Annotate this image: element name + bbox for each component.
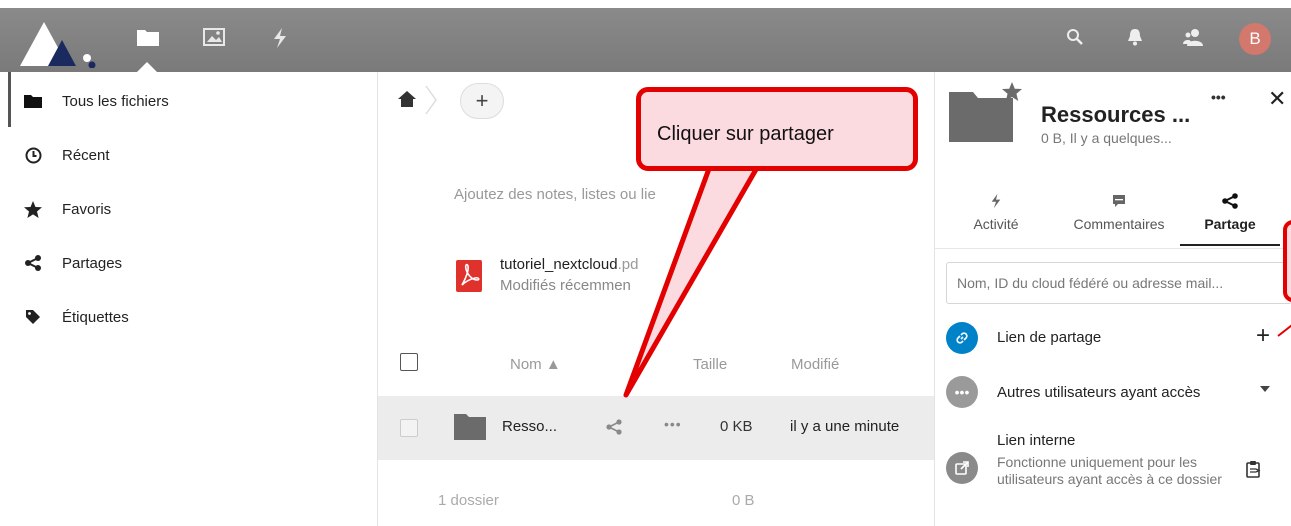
summary-size: 0 B [732, 492, 755, 509]
search-icon[interactable] [1066, 28, 1084, 51]
recent-file-basename: tutoriel_nextcloud [500, 256, 618, 273]
clock-icon [24, 146, 42, 164]
sidebar-more-button[interactable]: ••• [1211, 89, 1226, 105]
nav-tags-label: Étiquettes [62, 308, 129, 326]
others-access-entry[interactable]: ••• Autres utilisateurs ayant accès [946, 376, 1200, 408]
summary-count: 1 dossier [438, 492, 499, 509]
recent-file-ext: .pd [617, 256, 639, 273]
more-icon: ••• [946, 376, 978, 408]
column-name[interactable]: Nom ▲ [510, 356, 561, 373]
tabs-divider [935, 248, 1291, 249]
tab-activity-label: Activité [973, 216, 1019, 232]
annotation-callout-edge [1283, 220, 1291, 302]
activity-icon [957, 190, 1035, 212]
column-modified[interactable]: Modifié [791, 356, 839, 373]
contacts-icon[interactable] [1183, 28, 1203, 51]
annotation-callout-text: Cliquer sur partager [657, 123, 834, 145]
header-bar: B [0, 0, 1291, 72]
star-icon [24, 200, 42, 218]
active-nav-indicator [137, 62, 157, 72]
left-navigation: Tous les fichiers Récent Favoris Partage… [0, 72, 378, 526]
user-avatar[interactable]: B [1239, 23, 1271, 55]
nav-shares[interactable]: Partages [24, 251, 122, 275]
row-modified: il y a une minute [790, 418, 900, 435]
row-file-name[interactable]: Resso... [502, 418, 557, 435]
add-share-link-button[interactable]: + [1256, 322, 1270, 350]
tab-comments[interactable]: Commentaires [1059, 190, 1179, 232]
internal-link-title: Lien interne [997, 432, 1076, 449]
folder-icon [24, 92, 42, 110]
select-all-checkbox[interactable] [400, 353, 418, 371]
external-link-icon [946, 452, 978, 484]
home-icon[interactable] [398, 91, 416, 112]
internal-link-entry [946, 452, 978, 484]
nav-shares-label: Partages [62, 254, 123, 272]
new-file-button[interactable]: + [460, 83, 504, 119]
photos-icon[interactable] [203, 28, 225, 46]
nav-all-files[interactable]: Tous les fichiers [24, 89, 169, 113]
row-more-button[interactable]: ••• [664, 416, 682, 432]
row-checkbox[interactable] [400, 419, 418, 437]
nav-favorites[interactable]: Favoris [24, 197, 111, 221]
table-row[interactable]: Resso... ••• 0 KB il y a une minute [378, 396, 934, 460]
internal-link-description: Fonctionne uniquement pour les utilisate… [997, 454, 1222, 487]
share-icon [24, 254, 42, 272]
pdf-icon [456, 260, 482, 292]
recent-file-subtitle: Modifiés récemmen [500, 277, 631, 294]
nav-recent-label: Récent [62, 146, 110, 164]
app-logo[interactable] [18, 18, 103, 68]
comment-icon [1059, 190, 1179, 212]
share-icon[interactable] [606, 419, 622, 440]
recent-file-name: tutoriel_nextcloud.pd [500, 256, 638, 273]
share-search-input[interactable] [946, 262, 1291, 304]
active-tab-indicator [1180, 244, 1280, 246]
details-sidebar: Ressources ... 0 B, Il y a quelques... •… [934, 72, 1291, 526]
star-icon[interactable] [1002, 82, 1022, 106]
breadcrumb-separator [425, 85, 437, 115]
nav-all-files-label: Tous les fichiers [62, 92, 169, 110]
nav-favorites-label: Favoris [62, 200, 112, 218]
active-nav-marker [8, 72, 11, 127]
others-access-label: Autres utilisateurs ayant accès [997, 384, 1201, 401]
tab-share[interactable]: Partage [1180, 190, 1280, 232]
link-icon [946, 322, 978, 354]
share-icon [1180, 190, 1280, 212]
sidebar-title: Ressources ... [1041, 102, 1191, 127]
notifications-icon[interactable] [1127, 28, 1143, 51]
folder-icon [454, 414, 486, 440]
share-link-label: Lien de partage [997, 329, 1102, 346]
clipboard-icon[interactable] [1246, 460, 1262, 483]
tab-comments-label: Commentaires [1073, 216, 1165, 232]
files-icon[interactable] [137, 28, 159, 46]
sidebar-subtitle: 0 B, Il y a quelques... [1041, 130, 1172, 146]
tab-activity[interactable]: Activité [957, 190, 1035, 232]
notes-hint[interactable]: Ajoutez des notes, listes ou lie [454, 186, 656, 203]
tab-share-label: Partage [1204, 216, 1256, 232]
share-link-entry: Lien de partage [946, 322, 1101, 354]
row-size: 0 KB [720, 418, 753, 435]
close-icon[interactable]: ✕ [1268, 86, 1286, 112]
annotation-callout: Cliquer sur partager [636, 87, 918, 171]
tag-icon [24, 308, 42, 326]
column-size[interactable]: Taille [693, 356, 727, 373]
nav-tags[interactable]: Étiquettes [24, 305, 129, 329]
chevron-down-icon[interactable] [1260, 386, 1270, 392]
nav-recent[interactable]: Récent [24, 143, 110, 167]
activity-icon[interactable] [273, 28, 287, 48]
